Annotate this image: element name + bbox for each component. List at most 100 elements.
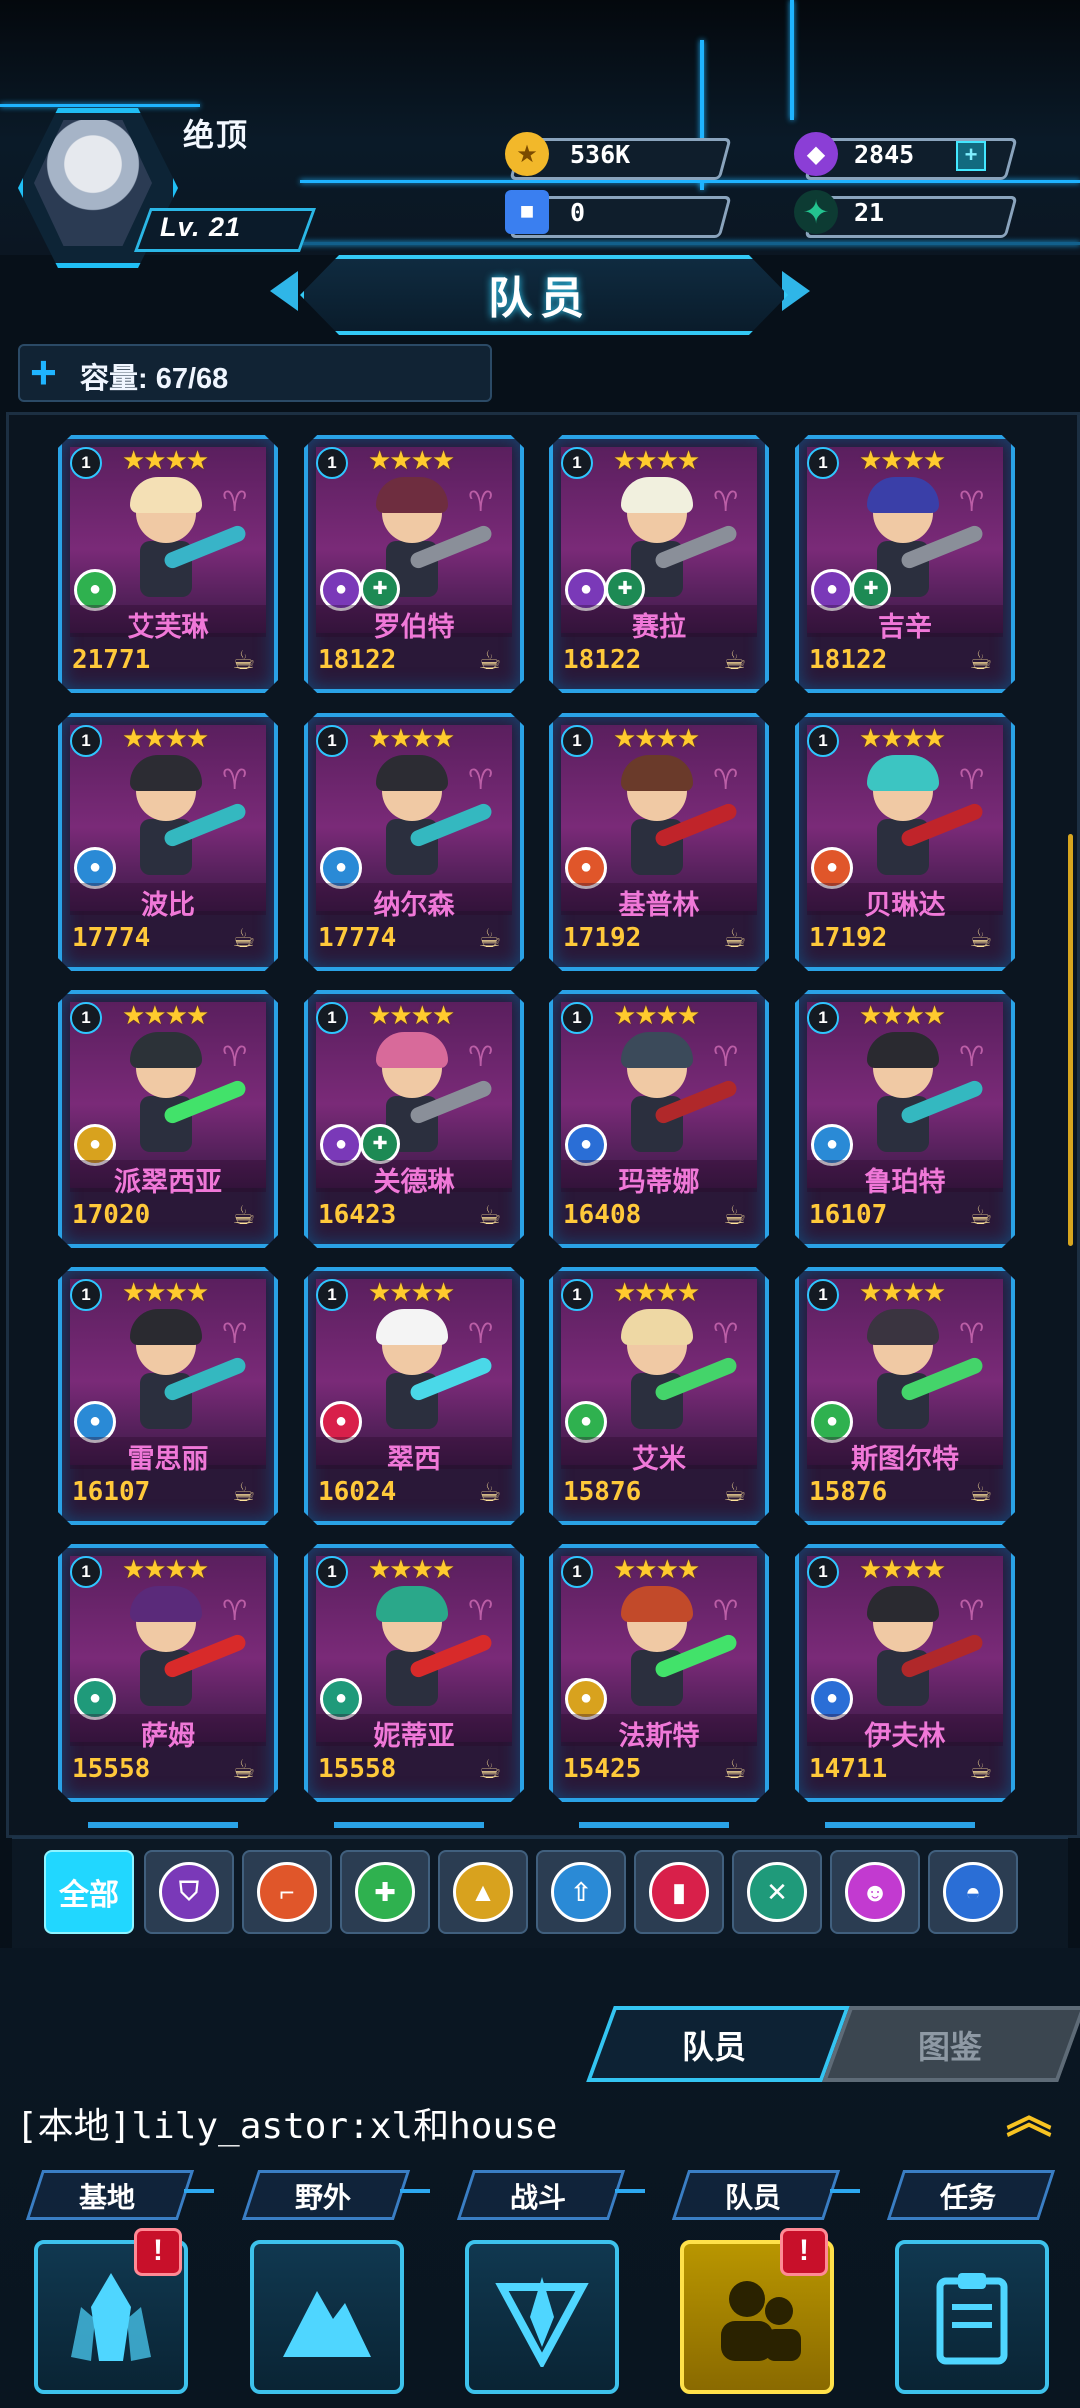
tab-team-label: 队员	[681, 2029, 746, 2065]
filter-helmet-button[interactable]: ◓	[928, 1850, 1018, 1934]
coffee-cup-icon: ☕	[478, 923, 502, 953]
filter-tools-button[interactable]: ✕	[732, 1850, 822, 1934]
zodiac-emblem-icon: ♈	[713, 1595, 739, 1626]
hero-card[interactable]: 1 ★★★★ ♈ ● 艾芙琳 21771 ☕	[58, 435, 278, 693]
hero-level-badge: 1	[561, 1279, 593, 1311]
circuit-line	[790, 0, 794, 120]
notification-badge: !	[134, 2228, 182, 2276]
hero-power: 16408	[563, 1200, 642, 1230]
hero-name: 妮蒂亚	[316, 1714, 512, 1751]
hero-card[interactable]: 1 ★★★★ ♈ ● 斯图尔特 15876 ☕	[795, 1267, 1015, 1525]
hero-stars: ★★★★	[368, 723, 455, 753]
defense-badge-icon: ✚	[851, 569, 891, 609]
coffee-cup-icon: ☕	[232, 1477, 256, 1507]
hero-level-badge: 1	[807, 447, 839, 479]
hero-stars: ★★★★	[122, 445, 209, 475]
tab-codex-label: 图鉴	[917, 2029, 982, 2065]
hero-card[interactable]: 1 ★★★★ ♈ ● ✚ 罗伯特 18122 ☕	[304, 435, 524, 693]
hero-card[interactable]: 1 ★★★★ ♈ ● 贝琳达 17192 ☕	[795, 713, 1015, 971]
hero-card[interactable]: 1 ★★★★ ♈ ● 艾米 15876 ☕	[549, 1267, 769, 1525]
hero-hair	[130, 1309, 202, 1345]
hero-name: 艾芙琳	[70, 605, 266, 642]
hero-level-badge: 1	[807, 1002, 839, 1034]
hero-card[interactable]: 1 ★★★★ ♈ ● 萨姆 15558 ☕	[58, 1544, 278, 1802]
hero-card[interactable]: 1 ★★★★ ♈ ● ✚ 吉辛 18122 ☕	[795, 435, 1015, 693]
hero-level-badge: 1	[807, 725, 839, 757]
hero-hair	[867, 755, 939, 791]
zodiac-emblem-icon: ♈	[713, 764, 739, 795]
hero-level-badge: 1	[70, 447, 102, 479]
filter-all-button[interactable]: 全部	[44, 1850, 134, 1934]
hero-power: 17020	[72, 1200, 151, 1230]
hero-power: 17192	[563, 923, 642, 953]
filter-shield-button[interactable]: ⛉	[144, 1850, 234, 1934]
hero-name: 派翠西亚	[70, 1160, 266, 1197]
hero-card[interactable]: 1 ★★★★ ♈ ● 玛蒂娜 16408 ☕	[549, 990, 769, 1248]
filter-fuel-button[interactable]: ▮	[634, 1850, 724, 1934]
defense-badge-icon: ✚	[360, 569, 400, 609]
nav-label: 队员	[724, 2182, 781, 2213]
hero-stars: ★★★★	[859, 1000, 946, 1030]
expand-capacity-plus-icon[interactable]: +	[30, 349, 57, 395]
hero-name: 雷思丽	[70, 1437, 266, 1474]
hero-stars: ★★★★	[859, 445, 946, 475]
hero-level-badge: 1	[561, 1556, 593, 1588]
nav-button[interactable]	[895, 2240, 1049, 2394]
filter-ghost-button[interactable]: ☻	[830, 1850, 920, 1934]
filter-rocket-button[interactable]: ⇧	[536, 1850, 626, 1934]
zodiac-emblem-icon: ♈	[468, 1595, 494, 1626]
filter-cone-button[interactable]: ▲	[438, 1850, 528, 1934]
hero-hair	[376, 755, 448, 791]
filter-medic-button[interactable]: ✚	[340, 1850, 430, 1934]
hero-hair	[376, 1032, 448, 1068]
hero-hair	[130, 755, 202, 791]
cone-icon: ▲	[453, 1862, 513, 1922]
hero-card[interactable]: 1 ★★★★ ♈ ● 翠西 16024 ☕	[304, 1267, 524, 1525]
hero-power: 15558	[318, 1754, 397, 1784]
star-value: 21	[854, 198, 885, 227]
nav-button[interactable]	[250, 2240, 404, 2394]
hero-power: 21771	[72, 645, 151, 675]
hero-card[interactable]: 1 ★★★★ ♈ ● 纳尔森 17774 ☕	[304, 713, 524, 971]
nav-connector	[830, 2189, 860, 2193]
hero-level-badge: 1	[70, 1556, 102, 1588]
hero-name: 斯图尔特	[807, 1437, 1003, 1474]
hero-card[interactable]: 1 ★★★★ ♈ ● 鲁珀特 16107 ☕	[795, 990, 1015, 1248]
hero-card[interactable]: 1 ★★★★ ♈ ● 法斯特 15425 ☕	[549, 1544, 769, 1802]
hero-stars: ★★★★	[368, 1277, 455, 1307]
hero-card[interactable]: 1 ★★★★ ♈ ● 派翠西亚 17020 ☕	[58, 990, 278, 1248]
chat-expand-chevron-icon[interactable]: ︽	[1006, 2093, 1052, 2139]
hero-card[interactable]: 1 ★★★★ ♈ ● 波比 17774 ☕	[58, 713, 278, 971]
nav-label: 基地	[78, 2182, 135, 2213]
hero-power: 14711	[809, 1754, 888, 1784]
hero-card[interactable]: 1 ★★★★ ♈ ● 雷思丽 16107 ☕	[58, 1267, 278, 1525]
hero-card[interactable]: 1 ★★★★ ♈ ● ✚ 赛拉 18122 ☕	[549, 435, 769, 693]
hero-stars: ★★★★	[613, 445, 700, 475]
hero-hair	[621, 477, 693, 513]
hero-power: 16024	[318, 1477, 397, 1507]
zodiac-emblem-icon: ♈	[222, 1041, 248, 1072]
medic-icon: ✚	[355, 1862, 415, 1922]
circuit-line	[300, 180, 1080, 183]
hero-stars: ★★★★	[859, 1277, 946, 1307]
zodiac-emblem-icon: ♈	[468, 486, 494, 517]
hero-stars: ★★★★	[368, 1554, 455, 1584]
zodiac-emblem-icon: ♈	[959, 486, 985, 517]
grid-scrollbar[interactable]	[1068, 834, 1073, 1246]
hero-card[interactable]: 1 ★★★★ ♈ ● ✚ 关德琳 16423 ☕	[304, 990, 524, 1248]
hero-hair	[621, 1309, 693, 1345]
hero-card[interactable]: 1 ★★★★ ♈ ● 妮蒂亚 15558 ☕	[304, 1544, 524, 1802]
hero-level-badge: 1	[316, 1556, 348, 1588]
hero-card-peek	[579, 1822, 729, 1828]
filter-rifle-button[interactable]: ⌐	[242, 1850, 332, 1934]
hero-card[interactable]: 1 ★★★★ ♈ ● 伊夫林 14711 ☕	[795, 1544, 1015, 1802]
filter-all-label: 全部	[59, 1879, 119, 1912]
clipboard-icon	[936, 2273, 1008, 2365]
hero-card[interactable]: 1 ★★★★ ♈ ● 基普林 17192 ☕	[549, 713, 769, 971]
hero-level-badge: 1	[70, 1002, 102, 1034]
add-gem-button[interactable]: +	[956, 141, 986, 171]
nav-button[interactable]	[465, 2240, 619, 2394]
hero-power: 16107	[72, 1477, 151, 1507]
chat-message[interactable]: [本地]lily_astor:xl和house	[16, 2097, 557, 2149]
capacity-label: 容量: 67/68	[80, 363, 229, 395]
